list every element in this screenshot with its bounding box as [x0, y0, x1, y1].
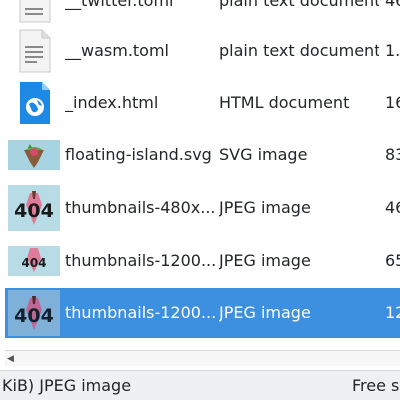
text-file-icon	[19, 0, 51, 23]
file-size: 65	[385, 251, 400, 270]
file-list: __twitter.toml plain text document 46 __…	[0, 0, 400, 348]
file-size: 46	[385, 198, 400, 217]
file-size: 1.	[385, 41, 400, 60]
status-selection-info: KiB) JPEG image	[2, 376, 132, 395]
file-size: 16	[385, 93, 400, 112]
file-row[interactable]: 404 thumbnails-480x... JPEG image 46	[5, 183, 400, 233]
file-type: SVG image	[219, 145, 308, 164]
text-file-icon	[19, 29, 51, 73]
scrollbar-track[interactable]	[19, 355, 399, 363]
jpeg-thumbnail-404: 404	[8, 185, 60, 231]
file-row[interactable]: 404 thumbnails-1200... JPEG image 65	[5, 236, 400, 286]
file-row[interactable]: _index.html HTML document 16	[5, 78, 400, 128]
file-name: thumbnails-1200...	[65, 251, 215, 270]
file-row[interactable]: __wasm.toml plain text document 1.	[5, 26, 400, 76]
file-name: thumbnails-1200...	[65, 303, 215, 322]
thumbnail-label: 404	[21, 256, 46, 270]
file-type: JPEG image	[219, 198, 311, 217]
file-type: JPEG image	[219, 251, 311, 270]
thumbnail-label: 404	[14, 200, 54, 222]
svg-thumbnail	[8, 140, 60, 170]
scroll-left-arrow-icon[interactable]: ◀	[7, 353, 17, 365]
file-name: thumbnails-480x...	[65, 198, 215, 217]
file-row-selected[interactable]: 404 thumbnails-1200... JPEG image 12	[5, 288, 400, 338]
horizontal-scrollbar[interactable]: ◀	[5, 350, 400, 366]
statusbar: KiB) JPEG image Free s	[0, 370, 400, 400]
file-row[interactable]: __twitter.toml plain text document 46	[5, 0, 400, 26]
file-name: _index.html	[65, 93, 159, 112]
status-free-space: Free s	[352, 376, 400, 395]
jpeg-thumbnail-404: 404	[8, 246, 60, 276]
file-size: 12	[385, 303, 400, 322]
file-name: __wasm.toml	[65, 41, 169, 60]
file-type: HTML document	[219, 93, 350, 112]
file-type: plain text document	[219, 41, 379, 60]
file-type: JPEG image	[219, 303, 311, 322]
file-size: 83	[385, 145, 400, 164]
file-name: floating-island.svg	[65, 145, 212, 164]
file-name: __twitter.toml	[65, 0, 174, 10]
file-type: plain text document	[219, 0, 379, 10]
html-file-icon	[20, 82, 50, 124]
thumbnail-label: 404	[14, 305, 54, 327]
jpeg-thumbnail-404: 404	[8, 290, 60, 336]
file-size: 46	[385, 0, 400, 10]
file-row[interactable]: floating-island.svg SVG image 83	[5, 130, 400, 180]
